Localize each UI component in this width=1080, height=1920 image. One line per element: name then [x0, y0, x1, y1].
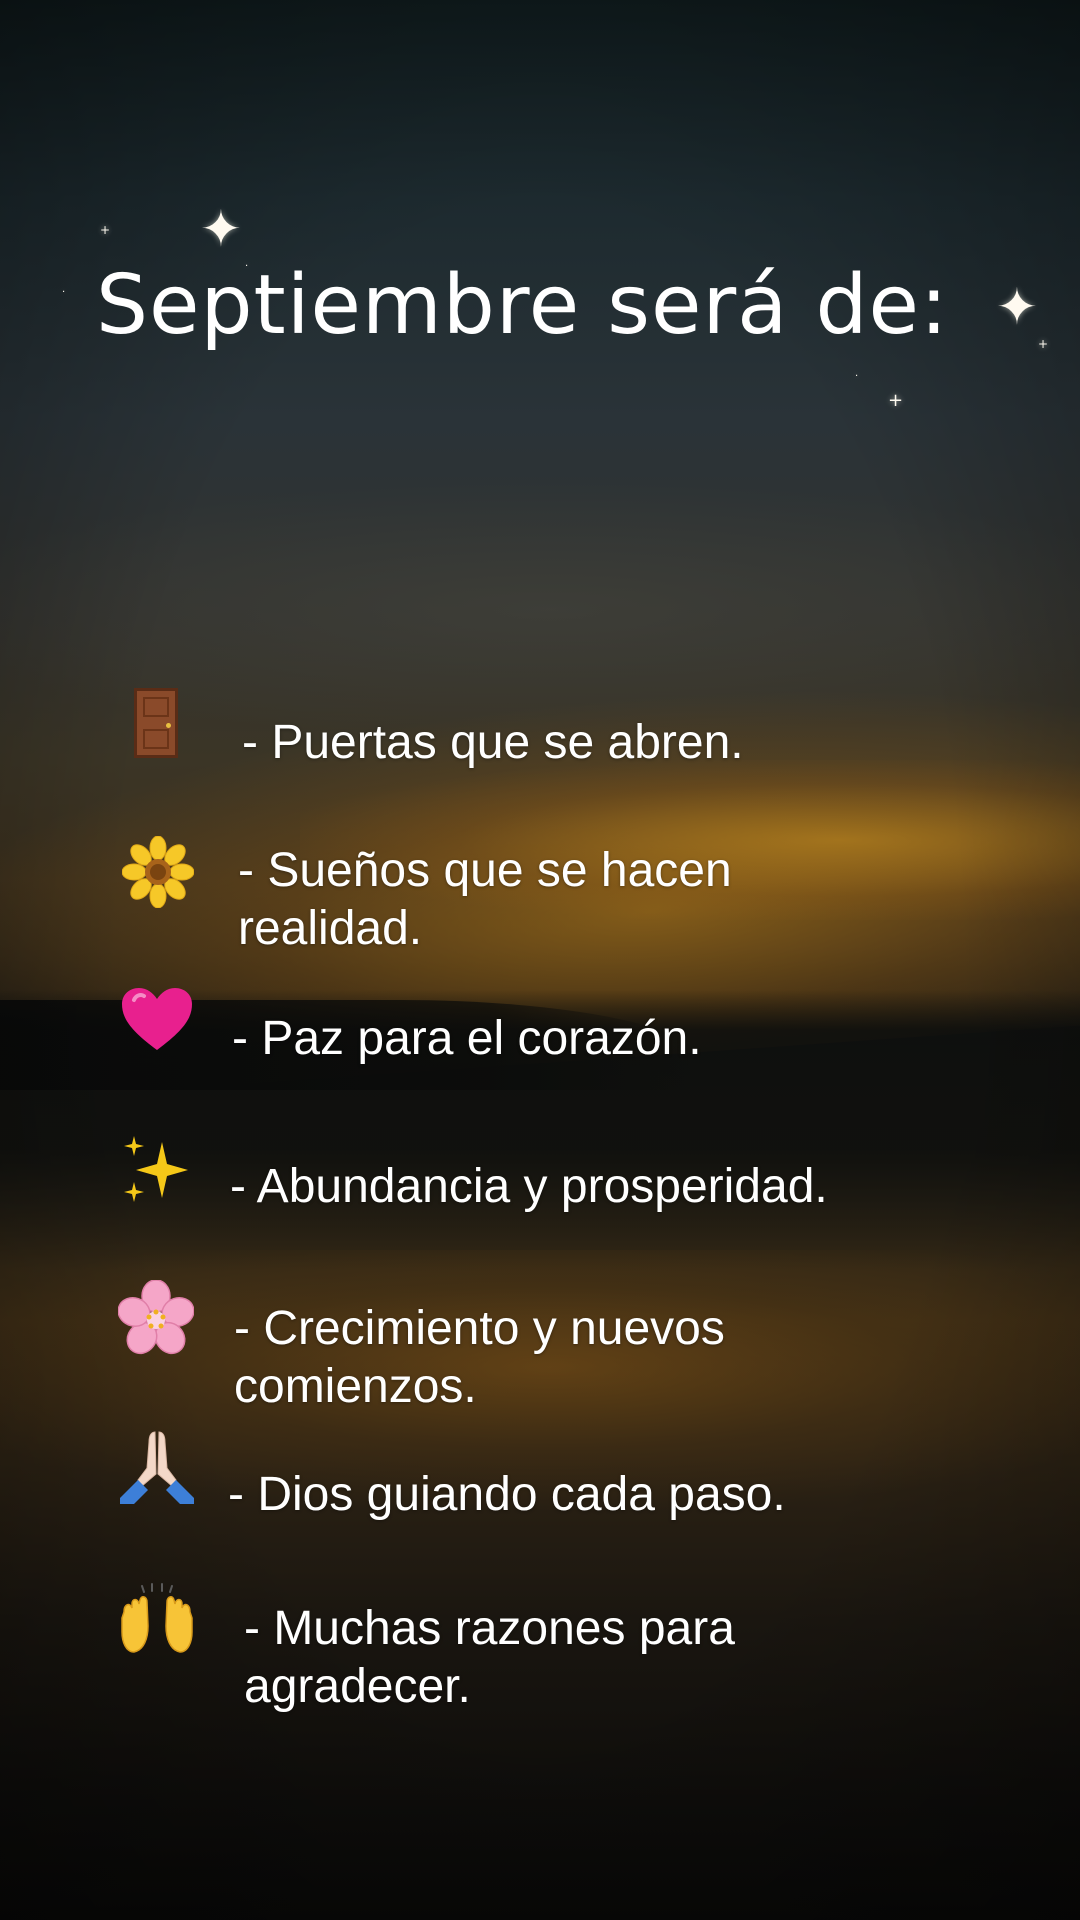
sparkles-icon	[124, 1136, 188, 1202]
sparkle-icon: ·	[62, 287, 66, 298]
sparkle-icon: +	[100, 223, 111, 237]
sparkle-icon: +	[1038, 337, 1049, 351]
door-icon	[134, 688, 178, 758]
sparkle-icon: ✦	[200, 200, 242, 258]
list-item-text: - Sueños que se hacen realidad.	[238, 844, 732, 955]
list-item-text: - Puertas que se abren.	[242, 716, 744, 769]
cherry-blossom-icon	[118, 1280, 194, 1355]
story-canvas: ✦ + · · ✦ + + · Septiembre será de: - Pu…	[0, 0, 1080, 1920]
pink-heart-icon	[122, 988, 192, 1050]
list-item-text: - Paz para el corazón.	[232, 1012, 702, 1065]
page-title: Septiembre será de:	[96, 258, 949, 353]
raising-hands-icon	[121, 1583, 193, 1653]
sparkle-icon: ·	[855, 371, 859, 382]
praying-hands-icon	[120, 1431, 194, 1504]
list-item-text: - Muchas razones para agradecer.	[244, 1602, 735, 1713]
list-item-text: - Dios guiando cada paso.	[228, 1468, 786, 1521]
sparkle-icon: ✦	[996, 278, 1038, 336]
list-item-text: - Abundancia y prosperidad.	[230, 1160, 828, 1213]
sunflower-icon	[122, 836, 194, 908]
list-item-text: - Crecimiento y nuevos comienzos.	[234, 1302, 725, 1413]
sparkle-icon: +	[888, 390, 904, 411]
